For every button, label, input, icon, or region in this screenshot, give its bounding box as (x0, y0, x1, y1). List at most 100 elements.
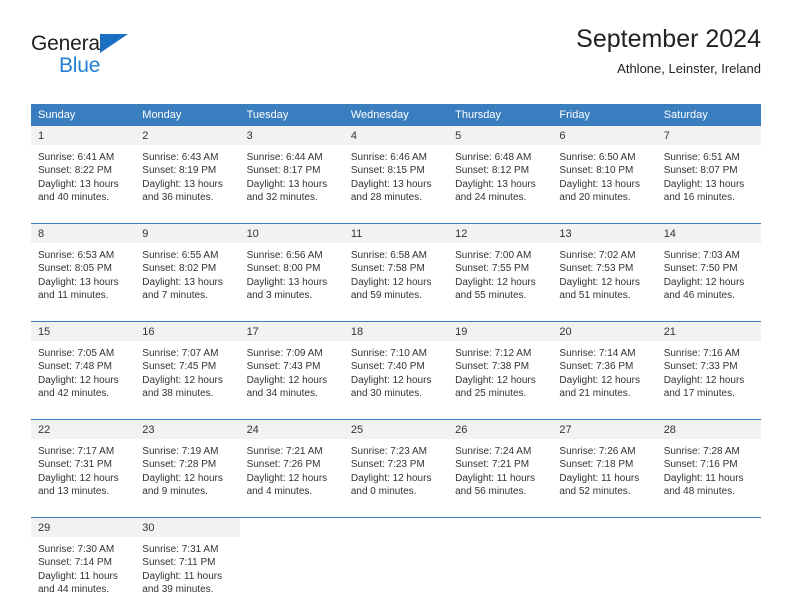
calendar-day-cell[interactable]: 3 Sunrise: 6:44 AM Sunset: 8:17 PM Daylight… (239, 126, 344, 209)
calendar-day-cell[interactable]: 6 Sunrise: 6:50 AM Sunset: 8:10 PM Daylight… (552, 126, 657, 209)
day-number (552, 518, 657, 537)
title-block: September 2024 Athlone, Leinster, Irelan… (576, 24, 761, 79)
sunrise-text: Sunrise: 7:16 AM (663, 348, 740, 359)
day-number: 27 (552, 420, 657, 439)
daylight-text: Daylight: 11 hours (142, 570, 223, 582)
day-details: Sunrise: 7:02 AM Sunset: 7:53 PM Daylight:… (552, 243, 656, 307)
week-spacer (31, 405, 761, 420)
sunrise-text: Sunrise: 7:02 AM (559, 250, 636, 261)
calendar-day-cell[interactable]: 5 Sunrise: 6:48 AM Sunset: 8:12 PM Daylight… (448, 126, 553, 209)
calendar-day-cell[interactable]: 26 Sunrise: 7:24 AM Sunset: 7:21 PM Dayligh… (448, 419, 553, 503)
sunrise-text: Sunrise: 6:51 AM (663, 152, 740, 163)
daylight-text: and 42 minutes. (38, 387, 110, 399)
page-title: September 2024 (576, 25, 761, 53)
calendar-day-cell[interactable]: 16 Sunrise: 7:07 AM Sunset: 7:45 PM Dayligh… (135, 321, 240, 405)
calendar-day-cell[interactable]: 13 Sunrise: 7:02 AM Sunset: 7:53 PM Dayligh… (552, 223, 657, 307)
calendar-day-cell[interactable]: 23 Sunrise: 7:19 AM Sunset: 7:28 PM Dayligh… (135, 419, 240, 503)
day-number: 23 (135, 420, 240, 439)
day-details (657, 537, 761, 601)
day-details (552, 537, 656, 601)
daylight-text: Daylight: 12 hours (38, 374, 119, 386)
day-details: Sunrise: 7:12 AM Sunset: 7:38 PM Daylight:… (448, 341, 552, 405)
daylight-text: Daylight: 12 hours (663, 374, 745, 386)
calendar-day-cell[interactable]: 2 Sunrise: 6:43 AM Sunset: 8:19 PM Daylight… (135, 126, 240, 209)
day-details: Sunrise: 7:00 AM Sunset: 7:55 PM Daylight:… (448, 243, 552, 307)
sunrise-text: Sunrise: 7:19 AM (142, 446, 219, 457)
calendar-day-cell[interactable]: 19 Sunrise: 7:12 AM Sunset: 7:38 PM Dayligh… (448, 321, 553, 405)
sunset-text: Sunset: 7:45 PM (142, 361, 217, 373)
day-details: Sunrise: 6:41 AM Sunset: 8:22 PM Daylight:… (31, 145, 135, 209)
day-details: Sunrise: 7:21 AM Sunset: 7:26 PM Daylight:… (240, 439, 344, 503)
calendar-table: Sunday Monday Tuesday Wednesday Thursday Frid… (31, 104, 761, 601)
daylight-text: and 4 minutes. (246, 485, 313, 497)
sunrise-text: Sunrise: 6:43 AM (142, 152, 219, 163)
day-number: 14 (656, 224, 761, 243)
calendar-day-cell[interactable]: 15 Sunrise: 7:05 AM Sunset: 7:48 PM Dayligh… (31, 321, 136, 405)
sunrise-text: Sunrise: 6:48 AM (455, 152, 532, 163)
calendar-day-cell[interactable]: 30 Sunrise: 7:31 AM Sunset: 7:11 PM Dayligh… (135, 517, 240, 601)
sunrise-text: Sunrise: 7:21 AM (246, 446, 323, 457)
calendar-day-cell[interactable]: 28 Sunrise: 7:28 AM Sunset: 7:16 PM Dayligh… (656, 419, 761, 503)
sunrise-text: Sunrise: 7:30 AM (38, 544, 115, 555)
daylight-text: Daylight: 13 hours (142, 178, 223, 190)
sunset-text: Sunset: 7:21 PM (455, 459, 530, 471)
calendar-day-cell[interactable]: 12 Sunrise: 7:00 AM Sunset: 7:55 PM Dayligh… (448, 223, 553, 307)
calendar-day-cell[interactable]: 24 Sunrise: 7:21 AM Sunset: 7:26 PM Dayligh… (239, 419, 344, 503)
calendar-page: General Blue September 2024 Athlone, Lei… (0, 0, 792, 612)
calendar-day-cell[interactable]: 7 Sunrise: 6:51 AM Sunset: 8:07 PM Daylight… (656, 126, 761, 209)
sunrise-text: Sunrise: 6:44 AM (246, 152, 323, 163)
calendar-day-cell[interactable]: 25 Sunrise: 7:23 AM Sunset: 7:23 PM Dayligh… (343, 419, 449, 503)
daylight-text: Daylight: 11 hours (663, 472, 744, 484)
sunrise-text: Sunrise: 7:00 AM (455, 250, 532, 261)
day-details: Sunrise: 7:24 AM Sunset: 7:21 PM Daylight:… (448, 439, 552, 503)
calendar-day-cell[interactable]: 20 Sunrise: 7:14 AM Sunset: 7:36 PM Dayligh… (552, 321, 657, 405)
daylight-text: and 0 minutes. (350, 485, 417, 497)
sunset-text: Sunset: 7:18 PM (559, 459, 634, 471)
daylight-text: and 48 minutes. (663, 485, 735, 497)
daylight-text: and 13 minutes. (38, 485, 110, 497)
sunset-text: Sunset: 8:19 PM (142, 165, 217, 177)
calendar-day-cell-empty (448, 517, 553, 601)
day-number: 11 (343, 224, 449, 243)
triangle-icon (100, 34, 128, 53)
sunrise-text: Sunrise: 6:58 AM (350, 250, 427, 261)
week-spacer-cell (31, 209, 761, 224)
calendar-day-cell[interactable]: 14 Sunrise: 7:03 AM Sunset: 7:50 PM Dayligh… (656, 223, 761, 307)
daylight-text: Daylight: 12 hours (246, 374, 328, 386)
calendar-day-cell[interactable]: 17 Sunrise: 7:09 AM Sunset: 7:43 PM Dayligh… (239, 321, 344, 405)
sunset-text: Sunset: 7:38 PM (455, 361, 530, 373)
weekday-header-saturday: Saturday (656, 104, 761, 126)
daylight-text: Daylight: 12 hours (38, 472, 119, 484)
day-details: Sunrise: 6:51 AM Sunset: 8:07 PM Daylight:… (657, 145, 761, 209)
calendar-day-cell[interactable]: 9 Sunrise: 6:55 AM Sunset: 8:02 PM Daylight… (135, 223, 240, 307)
calendar-day-cell[interactable]: 4 Sunrise: 6:46 AM Sunset: 8:15 PM Daylight… (343, 126, 449, 209)
calendar-header-row: Sunday Monday Tuesday Wednesday Thursday Frid… (31, 104, 761, 126)
day-number: 16 (135, 322, 240, 341)
calendar-day-cell[interactable]: 29 Sunrise: 7:30 AM Sunset: 7:14 PM Dayligh… (31, 517, 136, 601)
daylight-text: Daylight: 11 hours (559, 472, 640, 484)
day-details: Sunrise: 7:23 AM Sunset: 7:23 PM Daylight:… (344, 439, 448, 503)
calendar-day-cell[interactable]: 1 Sunrise: 6:41 AM Sunset: 8:22 PM Daylight… (31, 126, 136, 209)
sunrise-text: Sunrise: 7:03 AM (663, 250, 740, 261)
day-number: 4 (343, 126, 449, 145)
sunrise-text: Sunrise: 7:28 AM (663, 446, 740, 457)
calendar-day-cell[interactable]: 11 Sunrise: 6:58 AM Sunset: 7:58 PM Dayligh… (343, 223, 449, 307)
daylight-text: Daylight: 13 hours (246, 178, 328, 190)
logo-text-general: General (31, 32, 105, 55)
general-blue-logo[interactable]: General Blue (31, 32, 161, 80)
calendar-day-cell[interactable]: 10 Sunrise: 6:56 AM Sunset: 8:00 PM Dayligh… (239, 223, 344, 307)
daylight-text: and 34 minutes. (246, 387, 318, 399)
day-number: 28 (656, 420, 761, 439)
calendar-day-cell[interactable]: 18 Sunrise: 7:10 AM Sunset: 7:40 PM Dayligh… (343, 321, 449, 405)
sunset-text: Sunset: 7:55 PM (455, 263, 530, 275)
calendar-day-cell[interactable]: 27 Sunrise: 7:26 AM Sunset: 7:18 PM Dayligh… (552, 419, 657, 503)
daylight-text: Daylight: 11 hours (38, 570, 118, 582)
day-details: Sunrise: 7:31 AM Sunset: 7:11 PM Daylight:… (135, 537, 239, 601)
weekday-header-monday: Monday (135, 104, 240, 126)
calendar-day-cell[interactable]: 22 Sunrise: 7:17 AM Sunset: 7:31 PM Dayligh… (31, 419, 136, 503)
day-details: Sunrise: 7:07 AM Sunset: 7:45 PM Daylight:… (135, 341, 239, 405)
day-details: Sunrise: 6:56 AM Sunset: 8:00 PM Daylight:… (240, 243, 344, 307)
day-number (343, 518, 449, 537)
calendar-day-cell[interactable]: 21 Sunrise: 7:16 AM Sunset: 7:33 PM Dayligh… (656, 321, 761, 405)
calendar-day-cell[interactable]: 8 Sunrise: 6:53 AM Sunset: 8:05 PM Daylight… (31, 223, 136, 307)
